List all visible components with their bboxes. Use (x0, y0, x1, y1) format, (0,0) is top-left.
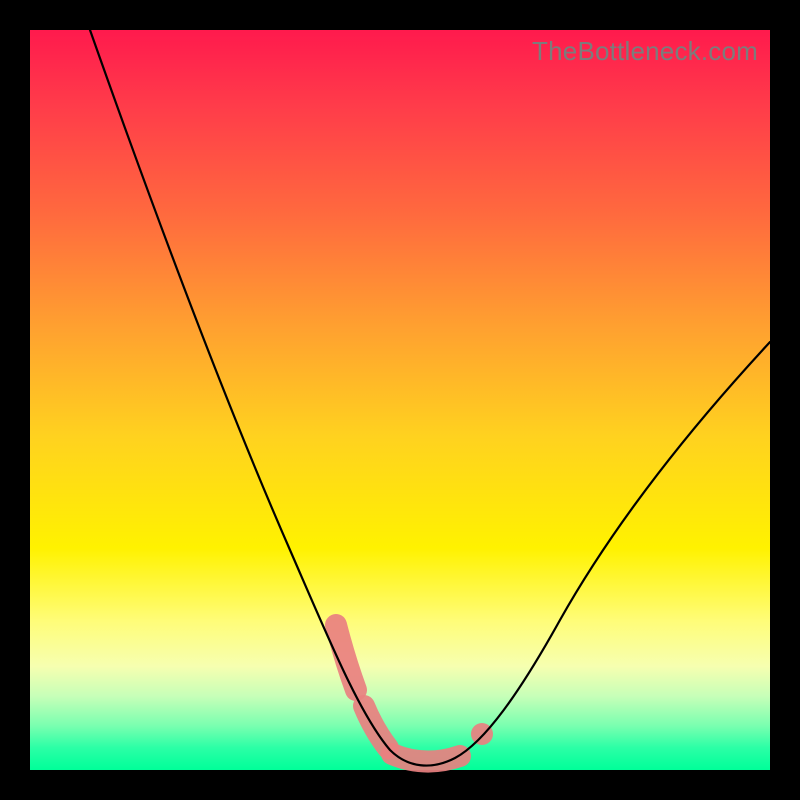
plot-area: TheBottleneck.com (30, 30, 770, 770)
chart-frame: TheBottleneck.com (0, 0, 800, 800)
curve-svg (30, 30, 770, 770)
highlight-left-steep (336, 625, 356, 690)
bottleneck-curve (90, 30, 770, 766)
